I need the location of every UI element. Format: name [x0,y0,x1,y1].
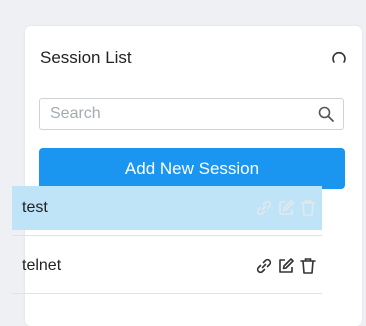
panel-title: Session List [40,48,132,67]
link-icon[interactable] [254,256,274,276]
delete-icon[interactable] [298,198,318,218]
refresh-icon[interactable] [330,49,348,67]
delete-icon[interactable] [298,256,318,276]
session-actions [254,198,318,218]
search-icon[interactable] [317,105,335,123]
search-box [39,98,344,130]
session-row-test[interactable]: test [12,186,322,230]
search-input[interactable] [40,99,300,129]
edit-icon[interactable] [276,198,296,218]
add-new-session-button[interactable]: Add New Session [39,148,345,189]
edit-icon[interactable] [276,256,296,276]
link-icon[interactable] [254,198,274,218]
session-name: telnet [22,257,62,274]
session-actions [254,256,318,276]
row-divider [12,235,322,236]
session-name: test [22,199,48,216]
session-row-telnet[interactable]: telnet [12,244,322,294]
panel-header: Session List [25,26,362,92]
